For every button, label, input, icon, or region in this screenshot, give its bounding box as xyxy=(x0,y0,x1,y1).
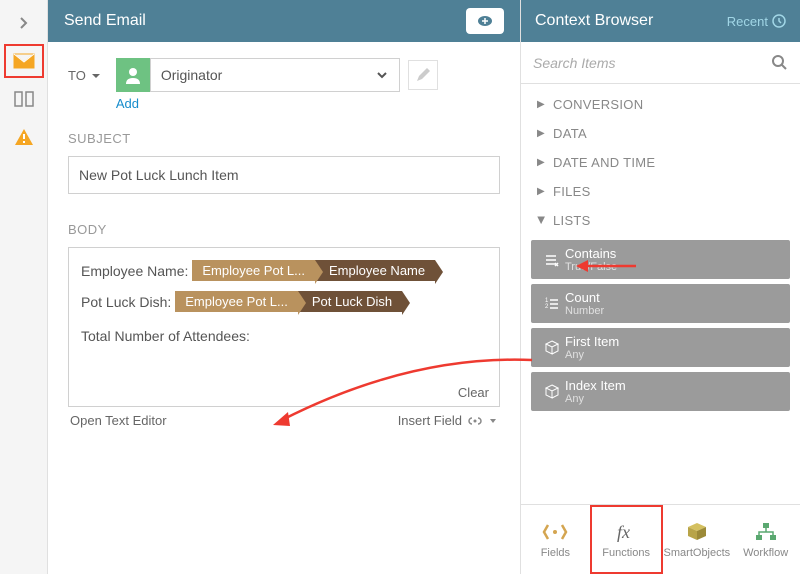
subject-input[interactable] xyxy=(68,156,500,194)
mail-icon[interactable] xyxy=(4,44,44,78)
columns-icon[interactable] xyxy=(4,82,44,116)
body-text: Total Number of Attendees: xyxy=(81,328,250,344)
to-field[interactable]: Originator xyxy=(150,58,400,92)
edit-to-button[interactable] xyxy=(408,60,438,90)
recent-link[interactable]: Recent xyxy=(727,14,786,29)
body-text: Pot Luck Dish: xyxy=(81,294,171,310)
cube-icon xyxy=(539,384,565,400)
context-browser-title: Context Browser Recent xyxy=(521,0,800,42)
warning-icon[interactable] xyxy=(4,120,44,154)
search-icon[interactable] xyxy=(772,55,788,71)
cube3d-icon xyxy=(685,521,709,543)
page-title: Send Email xyxy=(48,0,520,42)
function-count[interactable]: 12 CountNumber xyxy=(531,284,790,323)
to-value: Originator xyxy=(161,67,222,83)
tab-workflow[interactable]: Workflow xyxy=(731,505,800,574)
left-rail xyxy=(0,0,48,574)
chevron-down-icon xyxy=(488,416,498,426)
svg-text:fx: fx xyxy=(617,522,630,542)
brackets-icon xyxy=(542,521,568,543)
function-contains[interactable]: ContainsTrue/False xyxy=(531,240,790,279)
body-text: Employee Name: xyxy=(81,263,188,279)
open-text-editor-link[interactable]: Open Text Editor xyxy=(70,413,167,428)
body-editor[interactable]: Employee Name: Employee Pot L... Employe… xyxy=(68,247,500,407)
tab-functions[interactable]: fx Functions xyxy=(590,505,663,574)
tree-category-conversion[interactable]: ▶CONVERSION xyxy=(531,90,790,119)
tree-category-data[interactable]: ▶DATA xyxy=(531,119,790,148)
chevron-down-icon[interactable] xyxy=(375,68,389,82)
person-icon xyxy=(116,58,150,92)
tree-category-datetime[interactable]: ▶DATE AND TIME xyxy=(531,148,790,177)
workflow-icon xyxy=(754,521,778,543)
tab-smartobjects[interactable]: SmartObjects xyxy=(663,505,732,574)
svg-text:2: 2 xyxy=(545,304,549,310)
function-first-item[interactable]: First ItemAny xyxy=(531,328,790,367)
collapse-icon[interactable] xyxy=(4,6,44,40)
cube-icon xyxy=(539,340,565,356)
field-token[interactable]: Employee Pot L... Pot Luck Dish xyxy=(175,291,402,312)
insert-field-link[interactable]: Insert Field xyxy=(398,413,498,428)
clear-button[interactable]: Clear xyxy=(458,385,489,400)
count-icon: 12 xyxy=(539,295,565,313)
field-token[interactable]: Employee Pot L... Employee Name xyxy=(192,260,435,281)
tab-fields[interactable]: Fields xyxy=(521,505,590,574)
fx-icon: fx xyxy=(613,521,639,543)
tree-category-lists[interactable]: ▶LISTS xyxy=(531,206,790,235)
clock-icon xyxy=(772,14,786,28)
add-tab-button[interactable] xyxy=(466,8,504,34)
to-label: TO xyxy=(68,68,102,83)
function-index-item[interactable]: Index ItemAny xyxy=(531,372,790,411)
tree-category-files[interactable]: ▶FILES xyxy=(531,177,790,206)
contains-icon xyxy=(539,251,565,269)
insert-field-icon xyxy=(466,415,484,427)
search-input[interactable] xyxy=(533,55,772,71)
header-title-text: Send Email xyxy=(64,12,146,30)
subject-label: SUBJECT xyxy=(68,131,500,146)
body-label: BODY xyxy=(68,222,500,237)
add-recipient-link[interactable]: Add xyxy=(116,96,438,111)
